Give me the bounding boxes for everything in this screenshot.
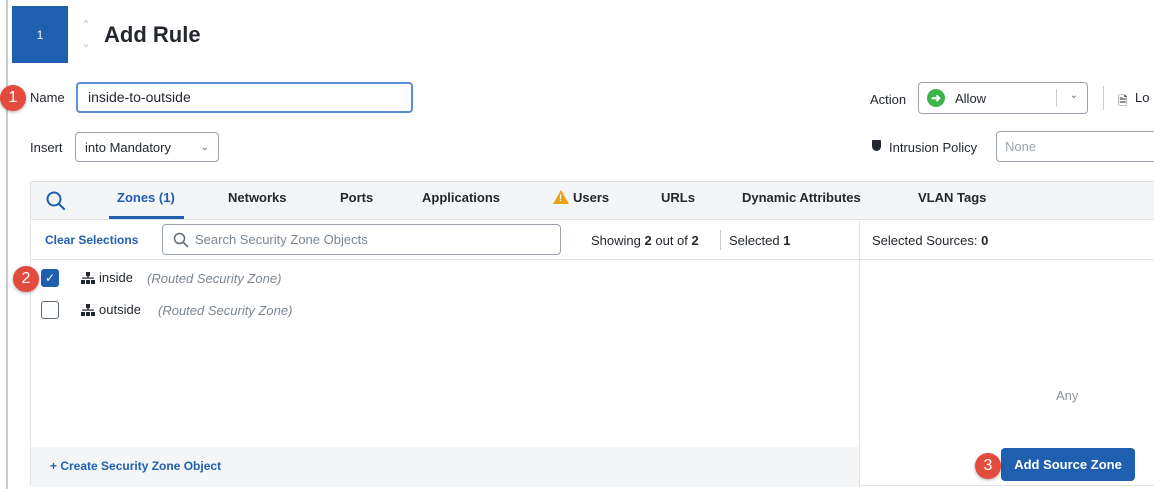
tab-users-label: Users [573,190,610,205]
divider [720,230,721,250]
logging-label[interactable]: Lo [1135,90,1149,105]
document-icon: 🗎 [1118,94,1128,108]
active-tab-indicator [109,216,184,219]
divider [860,259,1154,260]
intrusion-policy-select[interactable]: None [996,131,1154,162]
search-placeholder: Search Security Zone Objects [195,232,368,247]
selected-sources-heading: Selected Sources: 0 [872,233,988,248]
search-input[interactable]: Search Security Zone Objects [162,224,561,255]
tab-users[interactable]: ! Users [553,190,609,205]
callout-badge: 3 [975,453,1001,479]
zone-type: (Routed Security Zone) [158,303,293,318]
insert-select[interactable]: into Mandatory ⌄ [75,132,219,162]
tab-bar: Zones (1) Networks Ports Applications ! U… [31,182,1154,220]
network-zone-icon [81,304,95,316]
shield-icon [872,140,881,151]
showing-count: Showing 2 out of 2 [591,233,699,248]
left-border [6,0,8,489]
callout-badge: 1 [0,85,26,111]
tab-urls[interactable]: URLs [661,190,695,205]
select-divider [1056,89,1057,107]
showing-value: 2 [644,233,652,248]
checkbox[interactable] [41,301,59,319]
tab-ports[interactable]: Ports [340,190,373,205]
chevron-down-icon: ⌄ [200,141,209,153]
tab-applications[interactable]: Applications [422,190,500,205]
panel-footer: + Create Security Zone Object [31,447,859,487]
chevron-down-icon[interactable]: ⌄ [81,37,90,50]
tab-dynamic-attributes[interactable]: Dynamic Attributes [742,190,861,205]
selected-prefix: Selected [729,233,780,248]
callout-badge: 2 [13,266,39,292]
action-label: Action [870,92,907,107]
empty-state-text: Any [1056,388,1079,403]
tab-zones[interactable]: Zones (1) [117,190,175,205]
search-icon [173,232,189,247]
create-security-zone-link[interactable]: + Create Security Zone Object [50,459,221,473]
zone-name: outside [99,302,141,317]
step-indicator: 1 [12,6,68,63]
name-input[interactable]: inside-to-outside [76,82,413,113]
zone-name: inside [99,270,133,285]
selected-sources-pane: Selected Sources: 0 Any Add Source Zone [859,221,1154,487]
selected-value: 1 [783,233,791,248]
selected-sources-count: 0 [981,233,989,248]
showing-prefix: Showing [591,233,641,248]
action-select[interactable]: ➜ Allow ⌄ [918,82,1088,114]
search-icon[interactable] [45,190,67,212]
zone-type: (Routed Security Zone) [147,271,282,286]
selected-sources-label: Selected Sources: [872,233,978,248]
insert-label: Insert [30,140,63,155]
list-item[interactable]: ✓ inside (Routed Security Zone) [31,264,859,292]
reorder-arrows[interactable]: ⌃ ⌄ [80,18,92,50]
selected-count: Selected 1 [729,233,790,248]
zones-panel: Zones (1) Networks Ports Applications ! U… [30,181,1154,487]
step-number: 1 [36,27,44,42]
tab-vlan-tags[interactable]: VLAN Tags [918,190,986,205]
network-zone-icon [81,272,95,284]
divider [1103,86,1104,110]
list-item[interactable]: outside (Routed Security Zone) [31,296,859,324]
add-source-zone-button[interactable]: Add Source Zone [1001,448,1135,481]
intrusion-policy-label: Intrusion Policy [889,140,978,155]
showing-total: 2 [691,233,699,248]
zones-toolbar: Clear Selections Search Security Zone Ob… [31,221,859,260]
page-title: Add Rule [104,22,201,47]
arrow-right-icon: ➜ [927,89,945,107]
clear-selections-button[interactable]: Clear Selections [45,233,138,247]
chevron-down-icon: ⌄ [1069,90,1078,101]
name-label: Name [30,90,65,105]
warning-icon: ! [553,190,569,204]
insert-value: into Mandatory [85,139,171,155]
checkbox[interactable]: ✓ [41,269,59,287]
tab-networks[interactable]: Networks [228,190,287,205]
chevron-up-icon[interactable]: ⌃ [81,18,90,31]
showing-mid: out of [655,233,688,248]
action-value: Allow [955,90,987,106]
